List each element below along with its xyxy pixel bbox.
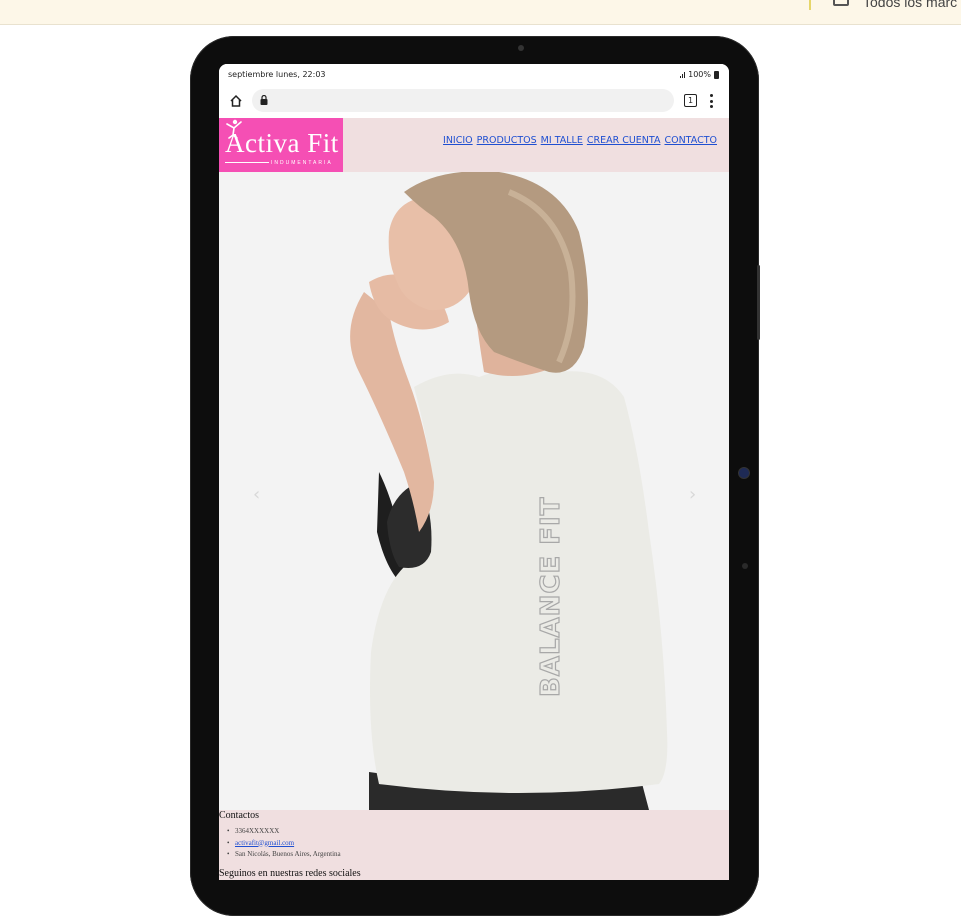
carousel-prev-button[interactable]: ‹ (253, 484, 260, 505)
tabs-count-icon[interactable]: 1 (684, 94, 697, 107)
site-logo[interactable]: Activa Fit INDUMENTARIA (219, 118, 343, 172)
contact-address: San Nicolás, Buenos Aires, Argentina (227, 849, 341, 861)
battery-icon (714, 70, 719, 79)
power-button (757, 265, 760, 340)
hero-carousel: BALANCE FIT ‹ › (219, 172, 729, 810)
bookmarks-separator (809, 0, 811, 10)
bookmarks-bar: Todos los marc (0, 0, 961, 25)
status-right: 100% (680, 70, 719, 79)
home-icon[interactable] (229, 94, 243, 108)
side-dot (742, 563, 748, 569)
side-sensor (739, 468, 749, 478)
status-bar: septiembre lunes, 22:03 100% (219, 64, 729, 86)
shirt-print: BALANCE FIT (536, 497, 566, 697)
nav-link-mi-talle[interactable]: MI TALLE (541, 135, 583, 146)
address-bar[interactable] (252, 89, 674, 112)
front-camera (518, 45, 524, 51)
logo-name: Activa Fit (225, 128, 339, 158)
main-nav: INICIO PRODUCTOS MI TALLE CREAR CUENTA C… (443, 135, 717, 146)
email-link[interactable]: activafit@gmail.com (235, 839, 294, 847)
site-footer: Contactos 3364XXXXXX activafit@gmail.com… (219, 810, 729, 880)
contact-email: activafit@gmail.com (227, 838, 341, 850)
contacts-list: 3364XXXXXX activafit@gmail.com San Nicol… (227, 826, 341, 861)
nav-link-crear-cuenta[interactable]: CREAR CUENTA (587, 135, 661, 146)
folder-icon[interactable] (833, 0, 849, 6)
logo-tagline: INDUMENTARIA (271, 160, 333, 166)
battery-percent: 100% (688, 70, 711, 79)
signal-icon (680, 71, 686, 78)
social-title: Seguinos en nuestras redes sociales (219, 868, 361, 879)
lock-icon (260, 95, 268, 105)
tablet-screen: septiembre lunes, 22:03 100% 1 Activa Fi… (219, 64, 729, 880)
nav-link-productos[interactable]: PRODUCTOS (477, 135, 537, 146)
contact-phone: 3364XXXXXX (227, 826, 341, 838)
contacts-title: Contactos (219, 810, 259, 821)
browser-toolbar: 1 (219, 86, 729, 118)
logo-divider (225, 162, 269, 163)
more-menu-icon[interactable] (710, 94, 713, 108)
status-time: septiembre lunes, 22:03 (228, 70, 326, 79)
hero-image: BALANCE FIT (219, 172, 729, 810)
nav-link-inicio[interactable]: INICIO (443, 135, 473, 146)
all-bookmarks-label[interactable]: Todos los marc (863, 0, 957, 10)
carousel-next-button[interactable]: › (689, 484, 696, 505)
nav-link-contacto[interactable]: CONTACTO (664, 135, 717, 146)
site-header: Activa Fit INDUMENTARIA INICIO PRODUCTOS… (219, 118, 729, 172)
